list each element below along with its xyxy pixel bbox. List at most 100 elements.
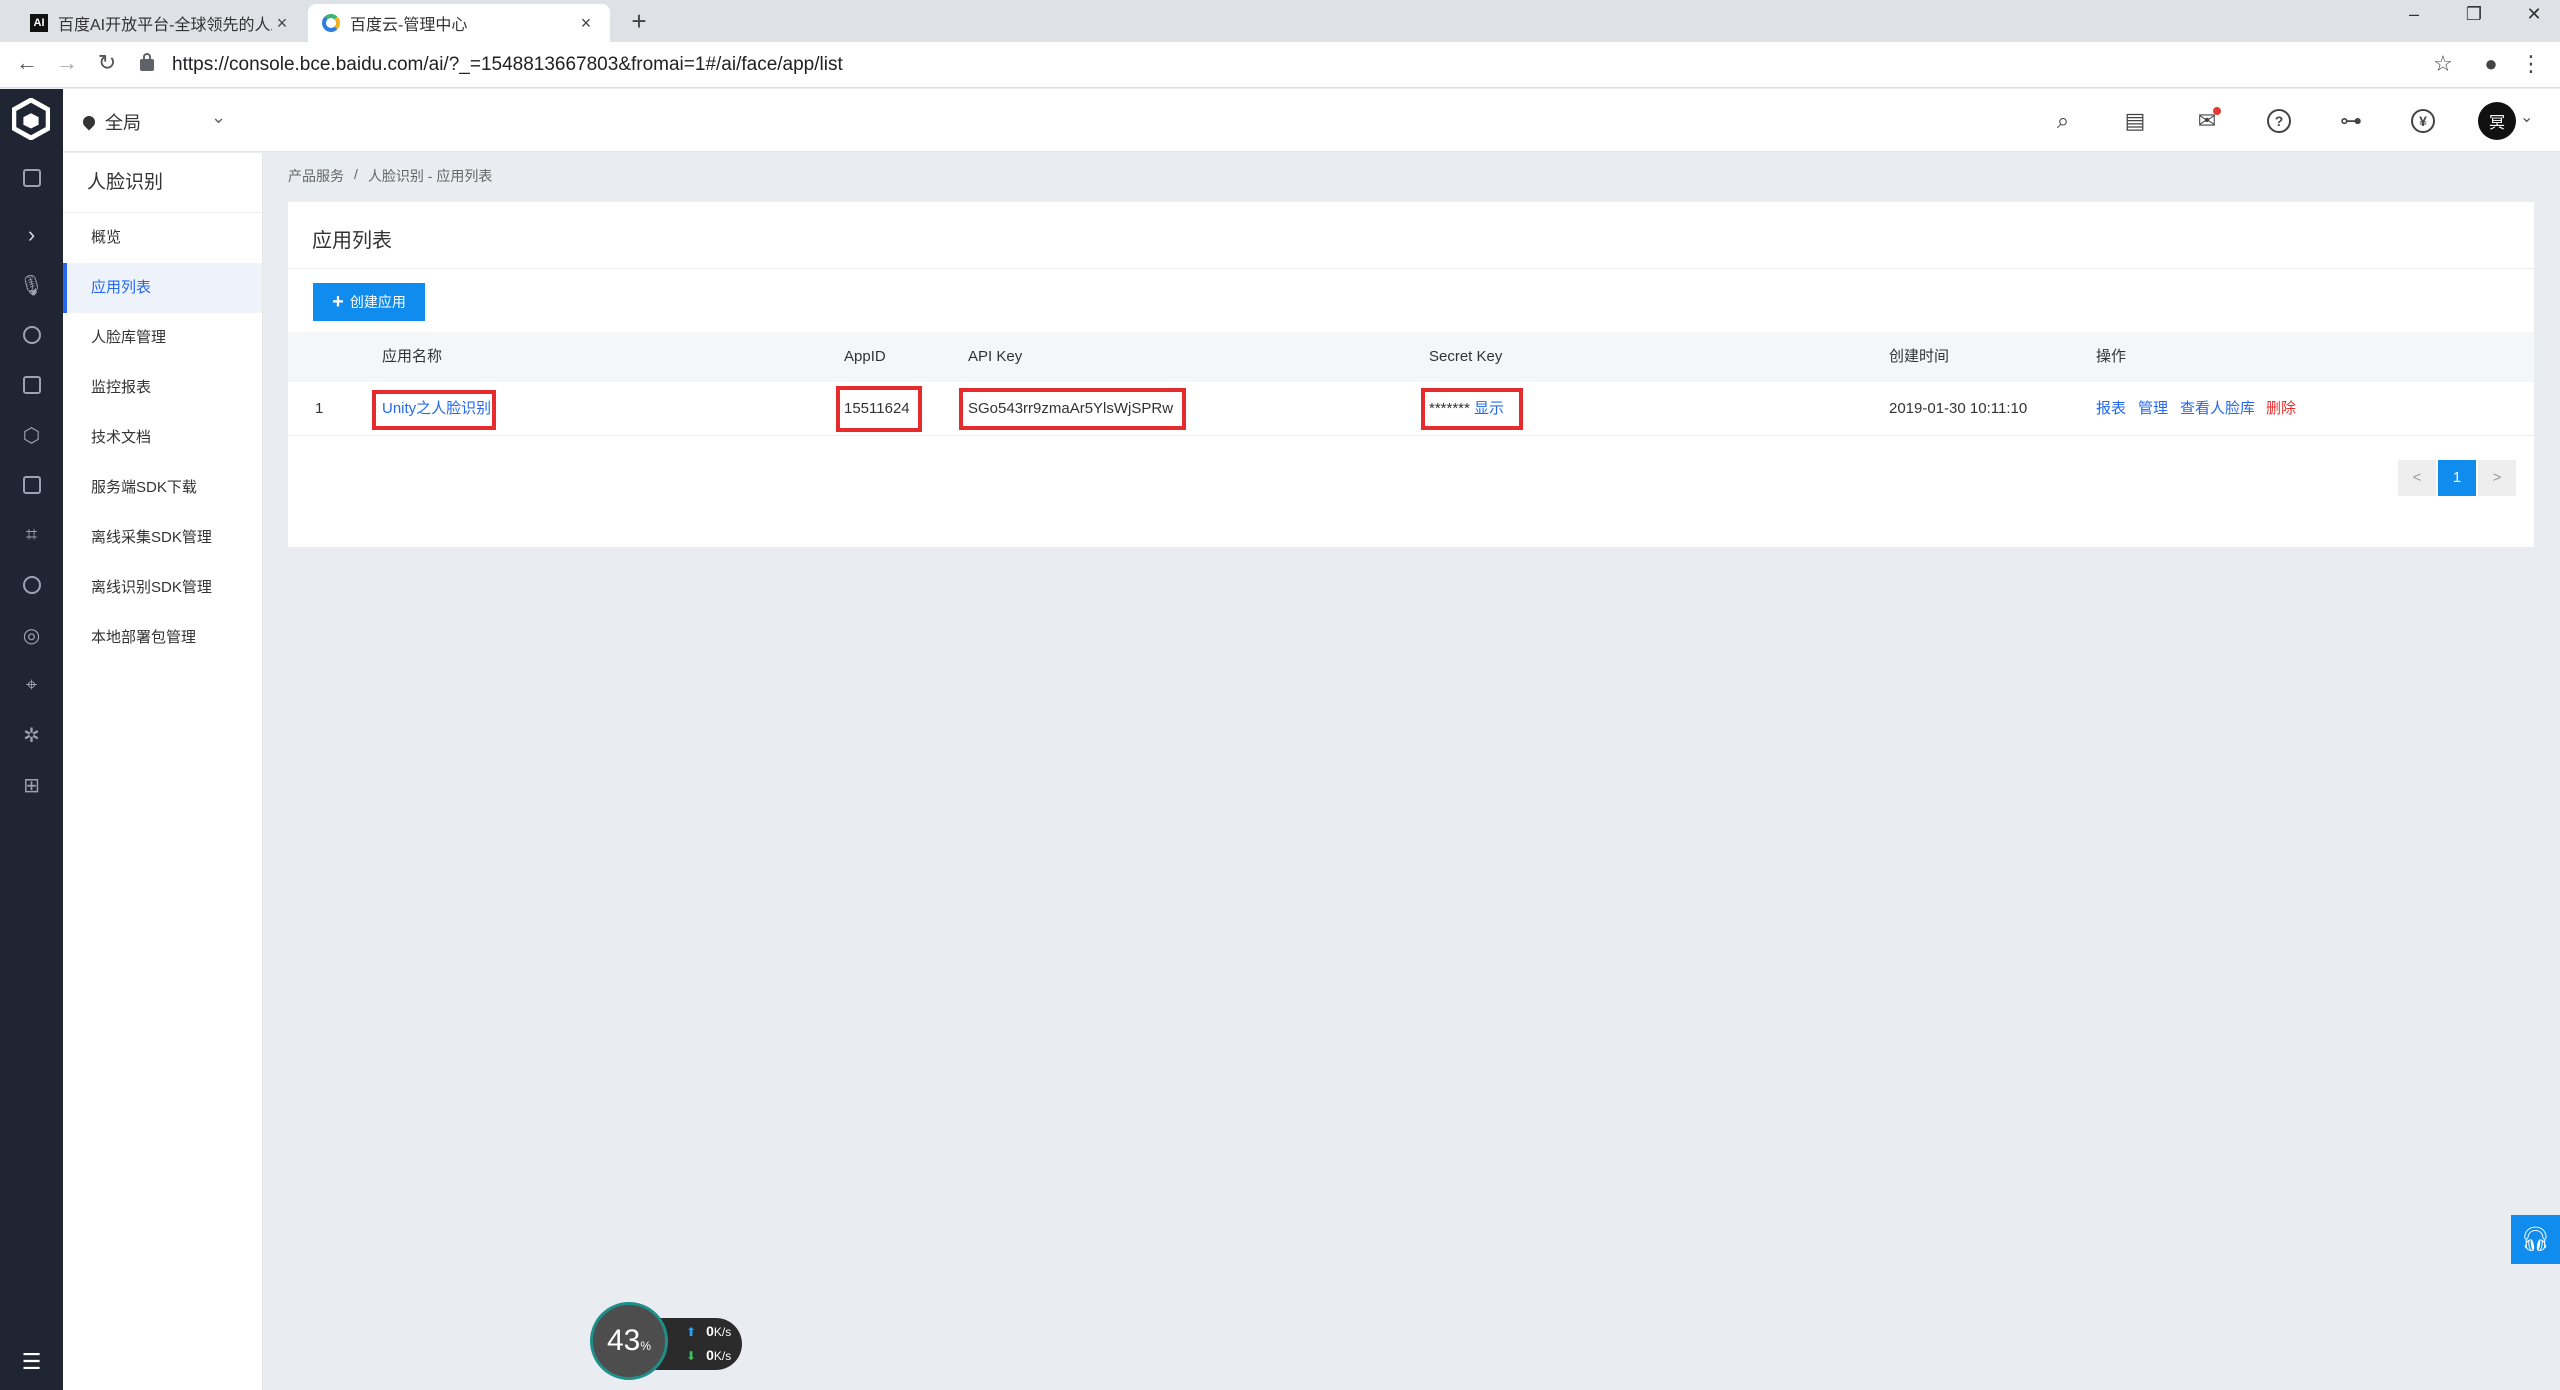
reload-icon[interactable]: ↻ [92,50,122,76]
browser-menu-icon[interactable]: ⋮ [2516,51,2546,77]
speed-percent-unit: % [640,1339,652,1353]
column-header-actions: 操作 [2096,348,2127,365]
body-detect-icon[interactable]: ⌖ [0,665,63,705]
breadcrumb-root[interactable]: 产品服务 [288,166,344,186]
message-icon[interactable]: ✉ [2191,105,2223,137]
console-header: 全局 ⌄ ⌕ ▤ ✉ ? ⊶ ¥ 冥 ⌄ [63,89,2560,152]
new-tab-plus-icon[interactable]: + [624,6,654,37]
column-header-appid: AppID [844,348,886,365]
breadcrumb: 产品服务 / 人脸识别 - 应用列表 [288,166,492,186]
page-1-button[interactable]: 1 [2438,460,2476,496]
image-icon[interactable] [0,465,63,505]
baidu-cloud-logo[interactable] [10,95,52,143]
create-app-button[interactable]: + 创建应用 [313,283,425,321]
profile-icon[interactable]: ● [2476,51,2506,77]
show-secret-link[interactable]: 显示 [1474,382,1504,436]
page-title: 应用列表 [312,230,392,252]
sidebar-item-offline-capture-sdk[interactable]: 离线采集SDK管理 [63,513,262,563]
minimize-icon[interactable]: – [2394,4,2434,25]
api-key-value: SGo543rr9zmaAr5YlsWjSPRw [968,400,1174,417]
browser-tab-bar: AI 百度AI开放平台-全球领先的人工 × 百度云-管理中心 × + – ❐ ✕ [0,0,2560,42]
region-selector[interactable]: 全局 ⌄ [80,107,226,135]
search-scan-icon[interactable] [0,565,63,605]
plus-icon: + [332,290,344,313]
avatar[interactable]: 冥 [2478,102,2516,140]
address-bar[interactable]: https://console.bce.baidu.com/ai/?_=1548… [140,49,2440,81]
document-icon[interactable]: ▤ [2119,105,2151,137]
upload-unit: K/s [713,1325,732,1339]
network-speed-widget[interactable]: 43% ⬆ 0K/s ⬇ 0K/s [590,1302,742,1380]
create-app-label: 创建应用 [349,294,406,310]
next-page-button[interactable]: > [2478,460,2516,496]
url-text: https://console.bce.baidu.com/ai/?_=1548… [172,54,843,75]
apps-icon[interactable]: ⊞ [0,765,63,805]
browser-tab-ai[interactable]: AI 百度AI开放平台-全球领先的人工 × [16,4,306,42]
pagination: < 1 > [2398,460,2516,496]
prev-page-button[interactable]: < [2398,460,2436,496]
column-header-created: 创建时间 [1889,348,1950,365]
global-nav-sidebar: › 🎙︎ ⬡ ⌗ ◎ ⌖ ✲ ⊞ ☰ [0,89,63,1390]
view-face-library-link[interactable]: 查看人脸库 [2180,382,2255,436]
lock-icon [140,53,154,71]
download-value: 0 [706,1347,714,1363]
app-name-link[interactable]: Unity之人脸识别 [382,382,491,436]
sidebar-item-app-list[interactable]: 应用列表 [63,263,262,313]
manage-link[interactable]: 管理 [2138,382,2168,436]
close-icon[interactable]: × [576,13,596,34]
browser-tab-cloud[interactable]: 百度云-管理中心 × [308,4,610,42]
ai-favicon-icon: AI [30,14,48,32]
org-structure-icon[interactable]: ⊶ [2335,105,2367,137]
forward-arrow-icon[interactable]: → [52,50,82,76]
report-link[interactable]: 报表 [2096,382,2126,436]
sidebar-item-face-library[interactable]: 人脸库管理 [63,313,262,363]
column-header-secret-key: Secret Key [1429,348,1503,365]
table-header: 应用名称 AppID API Key Secret Key 创建时间 操作 [288,332,2534,382]
analysis-icon[interactable]: ◎ [0,615,63,655]
close-icon[interactable]: × [272,13,292,34]
search-icon[interactable]: ⌕ [2047,105,2079,137]
globe-icon[interactable] [0,315,63,355]
created-time: 2019-01-30 10:11:10 [1889,400,2028,417]
speech-mic-icon[interactable]: 🎙︎ [0,265,63,305]
breadcrumb-current: 人脸识别 - 应用列表 [367,168,493,184]
secret-key-mask: ******* [1429,400,1470,417]
sidebar-item-server-sdk[interactable]: 服务端SDK下载 [63,463,262,513]
sidebar-item-monitor-report[interactable]: 监控报表 [63,363,262,413]
text-recognition-icon[interactable] [0,365,63,405]
customer-service-headset-icon[interactable]: 🎧︎ [2511,1215,2560,1264]
window-close-icon[interactable]: ✕ [2514,4,2554,25]
region-label: 全局 [105,113,141,133]
expand-chevron-icon[interactable]: › [0,215,63,255]
cube-icon[interactable]: ⬡ [0,415,63,455]
product-sidebar: 人脸识别 概览 应用列表 人脸库管理 监控报表 技术文档 服务端SDK下载 离线… [63,153,263,1390]
ar-icon[interactable]: ✲ [0,715,63,755]
browser-toolbar: ← → ↻ https://console.bce.baidu.com/ai/?… [0,42,2560,88]
restore-icon[interactable]: ❐ [2454,4,2494,25]
download-speed: ⬇ 0K/s [686,1347,731,1363]
back-arrow-icon[interactable]: ← [12,50,42,76]
row-index: 1 [315,400,324,417]
tab-title: 百度AI开放平台-全球领先的人工 [58,17,272,34]
sidebar-item-offline-recognition-sdk[interactable]: 离线识别SDK管理 [63,563,262,613]
tab-title: 百度云-管理中心 [350,17,468,34]
help-icon[interactable]: ? [2263,105,2295,137]
dashboard-grid-icon[interactable] [0,158,63,198]
menu-toggle-icon[interactable]: ☰ [0,1334,63,1390]
face-scan-icon[interactable]: ⌗ [0,515,63,555]
download-unit: K/s [713,1349,732,1363]
sidebar-item-tech-docs[interactable]: 技术文档 [63,413,262,463]
upload-value: 0 [706,1323,714,1339]
sidebar-item-overview[interactable]: 概览 [63,213,262,263]
chevron-down-icon[interactable]: ⌄ [2520,107,2533,127]
sidebar-item-local-deploy[interactable]: 本地部署包管理 [63,613,262,663]
divider [288,268,2534,269]
app-id-value: 15511624 [844,400,910,417]
upload-speed: ⬆ 0K/s [686,1323,731,1339]
bookmark-star-icon[interactable]: ☆ [2428,51,2458,77]
chevron-down-icon: ⌄ [211,107,227,127]
location-pin-icon [80,113,98,131]
delete-link[interactable]: 删除 [2266,382,2296,436]
column-header-api-key: API Key [968,348,1023,365]
yuan-billing-icon[interactable]: ¥ [2407,105,2439,137]
speed-percent: 43 [606,1324,641,1357]
